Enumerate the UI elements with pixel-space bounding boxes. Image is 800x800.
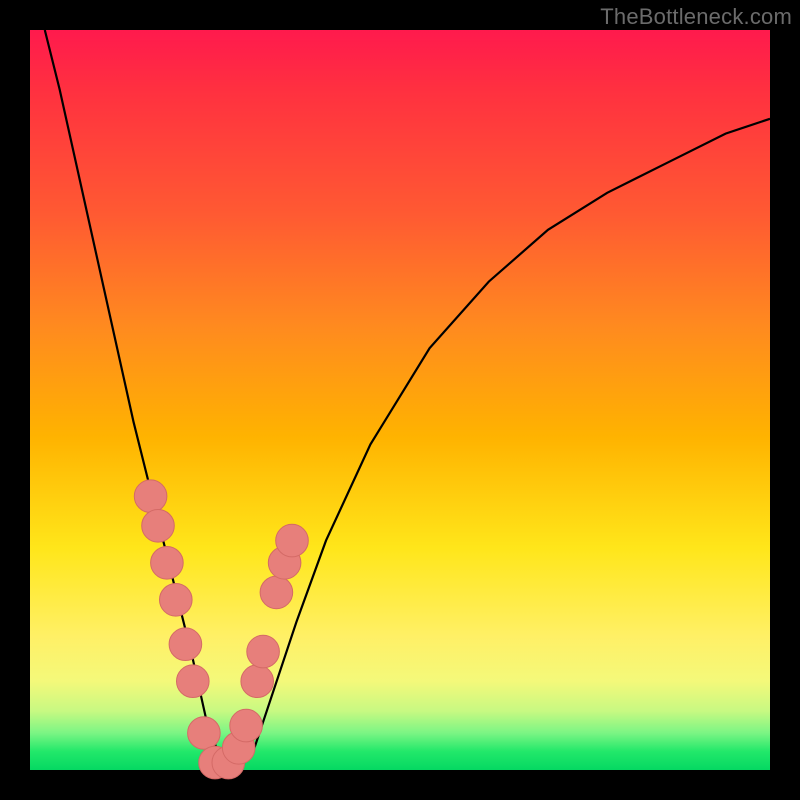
marker-dot: [276, 524, 309, 557]
marker-dot: [241, 665, 274, 698]
plot-area: [30, 30, 770, 770]
marker-dot: [177, 665, 210, 698]
watermark-text: TheBottleneck.com: [600, 4, 792, 30]
marker-group: [134, 480, 308, 779]
chart-svg: [30, 30, 770, 770]
marker-dot: [230, 709, 263, 742]
marker-dot: [142, 510, 175, 543]
marker-dot: [160, 584, 193, 617]
marker-dot: [134, 480, 167, 513]
marker-dot: [169, 628, 202, 661]
marker-dot: [247, 635, 280, 668]
marker-dot: [260, 576, 293, 609]
marker-dot: [188, 717, 221, 750]
chart-frame: TheBottleneck.com: [0, 0, 800, 800]
bottleneck-curve: [45, 30, 770, 766]
marker-dot: [151, 547, 184, 580]
